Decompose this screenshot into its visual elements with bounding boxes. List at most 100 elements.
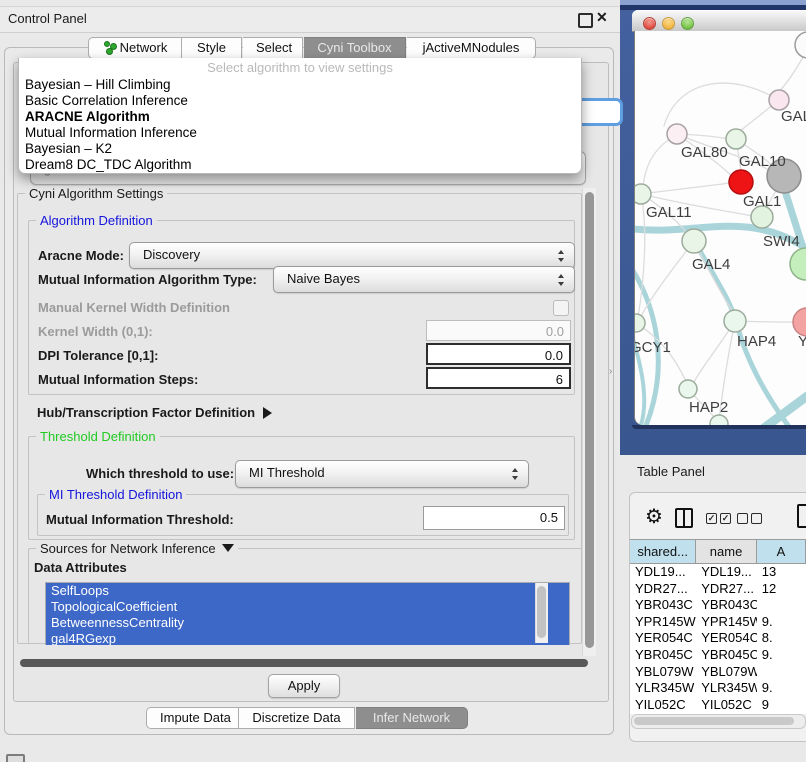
apply-button[interactable]: Apply	[268, 674, 340, 698]
network-edge[interactable]	[638, 194, 645, 318]
network-node[interactable]	[679, 380, 697, 398]
mi-steps-field[interactable]: 6	[426, 367, 571, 389]
table-cell: YDR27...	[630, 581, 696, 598]
node-label: HAP4	[737, 333, 776, 350]
column-header[interactable]: shared...	[630, 540, 696, 563]
node-label: GAL4	[692, 256, 730, 273]
select-all-checkboxes-icon[interactable]: ✓ ✓	[706, 513, 732, 524]
table-row[interactable]: YBL079WYBL079W	[630, 664, 806, 681]
network-edge[interactable]	[779, 52, 806, 92]
tab-style[interactable]: Style	[182, 37, 242, 59]
which-threshold-select[interactable]: MI Threshold	[235, 460, 529, 488]
tab-infer-network[interactable]: Infer Network	[356, 707, 468, 729]
which-threshold-value: MI Threshold	[249, 465, 325, 480]
hub-definition-toggle[interactable]: Hub/Transcription Factor Definition	[37, 405, 272, 420]
table-row[interactable]: YER054CYER054C8.	[630, 630, 806, 647]
table-cell: 8.	[757, 630, 806, 647]
table-cell	[757, 597, 806, 614]
network-node[interactable]	[682, 229, 706, 253]
table-body[interactable]: YDL19...YDL19...13YDR27...YDR27...12YBR0…	[630, 564, 806, 713]
aracne-mode-select[interactable]: Discovery	[129, 242, 575, 269]
table-row[interactable]: YDL19...YDL19...13	[630, 564, 806, 581]
attr-list-scrollbar[interactable]	[535, 583, 548, 643]
bottom-tab-bar: Impute DataDiscretize DataInfer Network	[0, 707, 620, 730]
network-canvas[interactable]: GALGAL80GAL10GAL1GAL11SWI4GAL4GCY1HAP4YH…	[635, 31, 806, 425]
settings-horizontal-scroll-thumb[interactable]	[20, 659, 588, 667]
float-panel-icon[interactable]	[578, 13, 593, 28]
network-node[interactable]	[769, 90, 789, 110]
network-node[interactable]	[710, 415, 728, 425]
tab-impute-data[interactable]: Impute Data	[146, 707, 239, 729]
tab-cyni-toolbox[interactable]: Cyni Toolbox	[304, 37, 406, 59]
table-horizontal-scroll-thumb[interactable]	[634, 717, 794, 725]
network-node[interactable]	[635, 184, 651, 204]
mi-type-select[interactable]: Naive Bayes	[273, 266, 575, 293]
panel-splitter-handle[interactable]: ›	[609, 366, 612, 377]
table-header-row[interactable]: shared...nameA	[630, 539, 806, 564]
settings-viewport: Cyni Algorithm Settings Algorithm Defini…	[14, 186, 596, 658]
minimized-panel-icon[interactable]	[6, 754, 25, 762]
node-table[interactable]: shared...nameA YDL19...YDL19...13YDR27..…	[630, 539, 806, 714]
unchecked-box-icon	[737, 513, 748, 524]
network-edge[interactable]	[664, 83, 779, 126]
network-node[interactable]	[795, 32, 806, 58]
table-row[interactable]: YLR345WYLR345W9.	[630, 680, 806, 697]
window-minimize-button[interactable]	[662, 17, 675, 30]
table-cell: YPR145W	[630, 614, 696, 631]
split-columns-icon[interactable]	[675, 508, 693, 528]
node-label: GAL1	[743, 193, 781, 210]
algorithm-option[interactable]: Bayesian – K2	[19, 141, 581, 157]
table-row[interactable]: YBR045CYBR045C9.	[630, 647, 806, 664]
attribute-item-selected[interactable]: gal4RGexp	[46, 631, 569, 645]
algorithm-option[interactable]: Basic Correlation Inference	[19, 93, 581, 109]
close-panel-icon[interactable]: ✕	[596, 9, 608, 26]
data-attributes-list[interactable]: SelfLoopsTopologicalCoefficientBetweenne…	[45, 582, 570, 645]
table-row[interactable]: YBR043CYBR043C	[630, 597, 806, 614]
algorithm-option[interactable]: ARACNE Algorithm	[19, 109, 581, 125]
network-node[interactable]	[793, 308, 806, 336]
tab-select[interactable]: Select	[243, 37, 303, 59]
document-icon[interactable]	[797, 504, 806, 528]
network-node[interactable]	[726, 129, 746, 149]
network-node[interactable]	[635, 314, 645, 332]
window-zoom-button[interactable]	[681, 17, 694, 30]
table-cell: YBR043C	[696, 597, 757, 614]
attribute-item-selected[interactable]: TopologicalCoefficient	[46, 599, 569, 615]
algorithm-option[interactable]: Dream8 DC_TDC Algorithm	[19, 157, 581, 173]
table-row[interactable]: YDR27...YDR27...12	[630, 581, 806, 598]
table-horizontal-scrollbar[interactable]	[631, 714, 806, 729]
manual-kernel-checkbox[interactable]	[553, 300, 569, 316]
table-cell: YBR045C	[630, 647, 696, 664]
algorithm-option[interactable]: Bayesian – Hill Climbing	[19, 77, 581, 93]
table-row[interactable]: YIL052CYIL052C9	[630, 697, 806, 714]
table-row[interactable]: YPR145WYPR145W9.	[630, 614, 806, 631]
mi-threshold-field[interactable]: 0.5	[423, 506, 565, 530]
group-title-mi-threshold: MI Threshold Definition	[45, 487, 186, 502]
network-node[interactable]	[724, 310, 746, 332]
network-window-titlebar[interactable]	[632, 10, 806, 32]
network-node[interactable]	[790, 248, 806, 280]
gear-icon[interactable]: ⚙	[645, 504, 663, 529]
tab-discretize-data[interactable]: Discretize Data	[239, 707, 355, 729]
attribute-item-selected[interactable]: BetweennessCentrality	[46, 615, 569, 631]
tab-jactivemnodules[interactable]: jActiveMNodules	[407, 37, 536, 59]
network-node[interactable]	[667, 124, 687, 144]
tab-network[interactable]: Network	[88, 37, 182, 59]
attr-list-scroll-thumb[interactable]	[537, 586, 546, 638]
network-edge[interactable]	[641, 183, 729, 194]
settings-vertical-scrollbar[interactable]	[582, 188, 596, 656]
collapsed-arrow-icon	[263, 407, 272, 419]
settings-vertical-scroll-thumb[interactable]	[585, 192, 594, 648]
network-graph: GALGAL80GAL10GAL1GAL11SWI4GAL4GCY1HAP4YH…	[635, 31, 806, 425]
network-node[interactable]	[729, 170, 753, 194]
deselect-all-checkboxes-icon[interactable]	[737, 513, 763, 524]
node-label: GAL11	[646, 204, 692, 221]
algorithm-option[interactable]: Mutual Information Inference	[19, 125, 581, 141]
kernel-width-field[interactable]: 0.0	[426, 320, 571, 341]
dpi-tolerance-field[interactable]: 0.0	[426, 343, 571, 365]
column-header[interactable]: name	[696, 540, 757, 563]
attribute-item-selected[interactable]: SelfLoops	[46, 583, 569, 599]
column-header[interactable]: A	[757, 540, 806, 563]
window-close-button[interactable]	[643, 17, 656, 30]
group-title-sources[interactable]: Sources for Network Inference	[36, 541, 238, 556]
